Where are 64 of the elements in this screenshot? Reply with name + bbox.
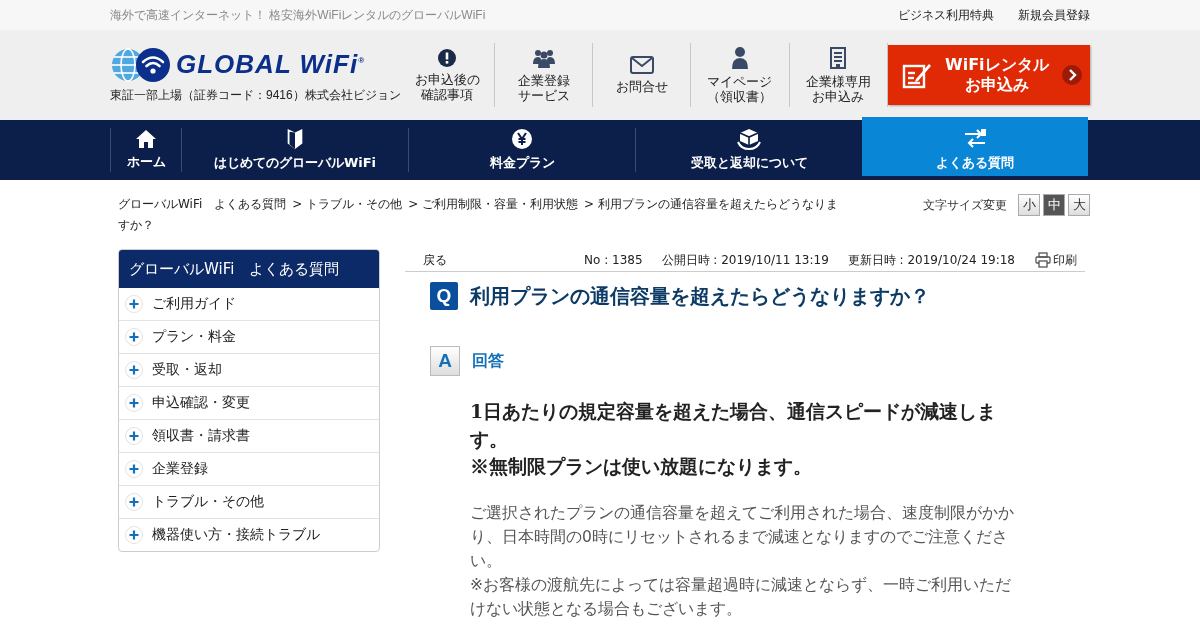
answer-paragraph: ※お客様の渡航先によっては容量超過時に減速とならず、一時ご利用いただけない状態となる場合もございます。 [470,574,1012,620]
answer-paragraph: ご選択されたプランの通信容量を超えてご利用された場合、速度制限がかかり、日本時間の0時にリセットされるまで減速となりますのでご注意ください。 [470,502,1015,572]
sidebar-title: グローバルWiFi よくある質問 [119,250,379,288]
sidebar-item[interactable]: プラン・料金 [119,320,379,353]
people-icon [532,47,555,68]
globe-wifi-logo-icon [110,46,172,83]
sidebar-item[interactable]: 企業登録 [119,452,379,485]
logo-wordmark[interactable]: GLOBAL WiFi$^{®}$ [176,49,366,80]
rental-apply-button[interactable]: WiFiレンタル お申込み [887,45,1090,105]
font-size-label: 文字サイズ変更 [923,196,1007,214]
top-link[interactable]: 新規会員登録 [1018,6,1090,24]
updated-date: 更新日時 : 2019/10/24 19:18 [847,251,1015,269]
plus-icon [125,427,143,445]
answer-heading: 回答 [472,350,504,372]
home-icon [135,129,157,149]
back-link[interactable]: 戻る [423,251,565,269]
sidebar-item[interactable]: 領収書・請求書 [119,419,379,452]
header-link[interactable]: 企業様専用 お申込み [789,43,888,107]
header-link[interactable]: マイページ （領収書） [691,43,790,107]
pen-document-icon [901,61,932,89]
chevron-right-icon [1062,65,1082,85]
plus-icon [125,493,143,511]
print-link[interactable]: 印刷 [1035,251,1077,269]
printer-icon [1035,252,1051,268]
sidebar-item[interactable]: トラブル・その他 [119,485,379,518]
plus-icon [125,460,143,478]
top-link[interactable]: ビジネス利用特典 [898,6,994,24]
person-icon [731,46,748,69]
header-link[interactable]: 企業登録 サービス [495,43,594,107]
question-title: 利用プランの通信容量を超えたらどうなりますか？ [470,282,930,310]
company-name: 東証一部上場（証券コード：9416）株式会社ビジョン [110,86,400,104]
mail-icon [629,56,654,74]
answer-badge: A [430,346,460,376]
plus-icon [125,394,143,412]
question-badge: Q [430,282,458,310]
plus-icon [125,328,143,346]
box-hands-icon [737,128,761,150]
font-size-button[interactable]: 大 [1068,194,1090,216]
font-size-button[interactable]: 中 [1043,194,1065,216]
exchange-arrows-icon [963,127,987,150]
answer-lead: ※無制限プランは使い放題になります。 [470,454,813,480]
breadcrumb[interactable]: グローバルWiFi よくある質問 > トラブル・その他 > ご利用制限・容量・利用状態 > 利用プランの通信容量を超えたらどうなりますか？ [118,194,838,249]
published-date: 公開日時 : 2019/10/11 13:19 [661,251,829,269]
nav-tab[interactable]: 料金プラン [408,128,635,172]
plus-icon [125,526,143,544]
plus-icon [125,361,143,379]
nav-tab[interactable]: ホーム [110,128,181,172]
font-size-button[interactable]: 小 [1018,194,1040,216]
sidebar-item[interactable]: 機器使い方・接続トラブル [119,518,379,551]
answer-lead: 1日あたりの規定容量を超えた場合、通信スピードが減速します。 [470,399,998,452]
sidebar-item[interactable]: 申込確認・変更 [119,386,379,419]
nav-tab[interactable]: よくある質問 [862,117,1088,176]
header-link[interactable]: お申込後の 確認事項 [400,43,496,107]
nav-tab[interactable]: はじめてのグローバルWiFi [181,128,408,172]
header-link[interactable]: お問合せ [593,43,692,107]
sidebar-item[interactable]: ご利用ガイド [119,288,379,320]
beginner-mark-icon [286,128,304,150]
sidebar-item[interactable]: 受取・返却 [119,353,379,386]
exclamation-icon [438,48,457,67]
plus-icon [125,295,143,313]
tagline: 海外で高速インターネット！ 格安海外WiFiレンタルのグローバルWiFi [110,6,486,24]
article-number: No : 1385 [584,253,643,267]
yen-icon [511,128,533,150]
building-icon [829,46,848,69]
